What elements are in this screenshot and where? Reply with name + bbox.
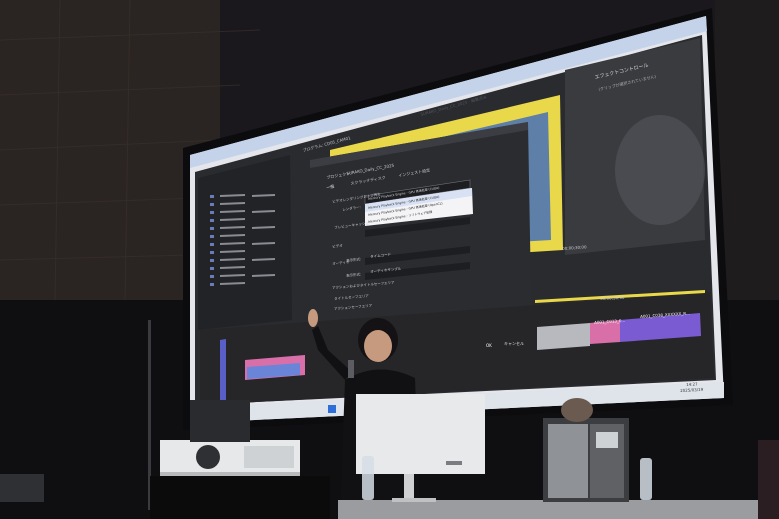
water-bottle (362, 456, 374, 500)
photo-scene (0, 0, 779, 519)
timeline-track-purple (220, 339, 226, 401)
right-table (338, 500, 779, 519)
presenter-table (150, 476, 330, 519)
effect-panel-glow (615, 115, 705, 225)
cancel-button-label[interactable]: キャンセル (504, 341, 524, 347)
pc-tower (543, 418, 629, 502)
ok-button-label[interactable]: OK (486, 343, 492, 348)
water-bottle-right (640, 458, 652, 500)
right-stand (758, 440, 779, 519)
laptop (0, 474, 44, 502)
project-panel (198, 155, 292, 330)
taskbar-start-icon (328, 405, 336, 413)
timeline-clip-gray (537, 323, 590, 350)
operator-head (561, 398, 593, 422)
